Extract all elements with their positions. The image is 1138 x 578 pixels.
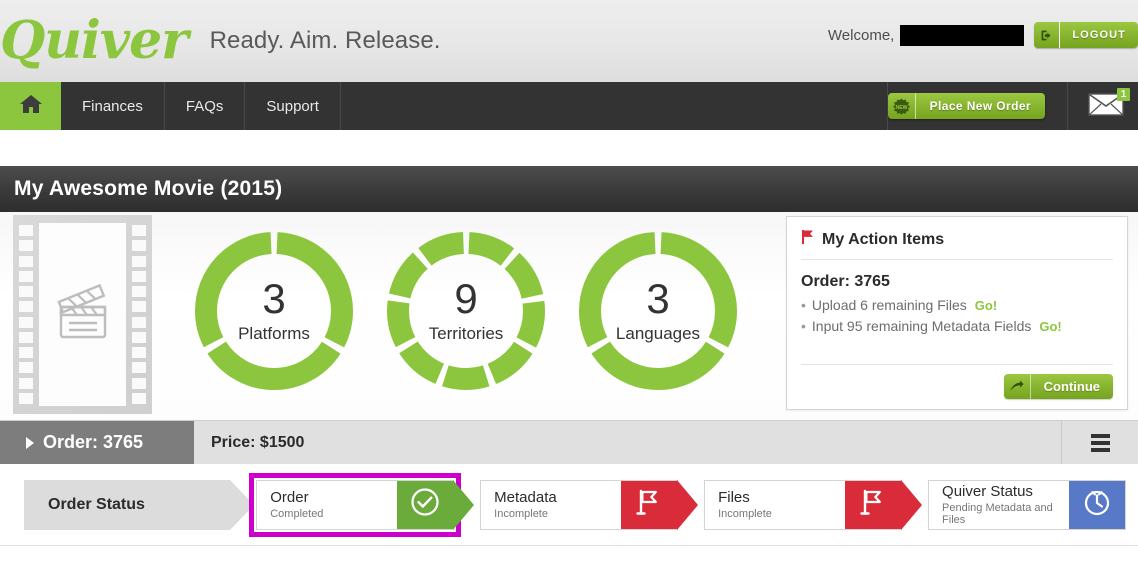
arrow-forward-icon xyxy=(1003,374,1031,399)
dashboard-panel: 3 Platforms 9 Territories 3 Languages My… xyxy=(0,212,1138,420)
list-item: • Upload 6 remaining Files Go! xyxy=(801,295,1113,316)
list-item: • Input 95 remaining Metadata Fields Go! xyxy=(801,316,1113,337)
username-redacted xyxy=(900,24,1025,46)
status-step-subtitle: Completed xyxy=(270,508,324,520)
continue-label: Continue xyxy=(1030,374,1113,399)
status-badge xyxy=(1068,480,1125,529)
logout-arrow-icon xyxy=(1034,22,1061,48)
status-step-title: Quiver Status xyxy=(942,483,1033,500)
hamburger-menu-icon xyxy=(1090,433,1110,438)
nav-item-finances[interactable]: Finances xyxy=(61,82,165,130)
action-item-text: Input 95 remaining Metadata Fields xyxy=(811,318,1032,334)
movie-thumbnail xyxy=(13,215,152,414)
continue-button[interactable]: Continue xyxy=(1003,374,1113,399)
logout-button[interactable]: LOGOUT xyxy=(1034,22,1138,48)
status-step-metadata[interactable]: Metadata Incomplete xyxy=(480,479,699,530)
action-items-title: My Action Items xyxy=(822,230,945,248)
status-step-order-text: Order Completed xyxy=(257,481,397,529)
my-action-items-panel: My Action Items Order: 3765 • Upload 6 r… xyxy=(786,216,1128,410)
status-step-subtitle: Pending Metadata and Files xyxy=(942,502,1053,526)
order-menu-button[interactable] xyxy=(1061,421,1138,464)
status-step-files-text: Files Incomplete xyxy=(705,481,845,529)
status-step-quiver-text: Quiver Status Pending Metadata and Files xyxy=(929,481,1069,529)
nav-item-support[interactable]: Support xyxy=(245,82,341,130)
status-step-metadata-text: Metadata Incomplete xyxy=(481,481,621,529)
site-header: Quiver Ready. Aim. Release. Welcome, LOG… xyxy=(0,0,1138,82)
quiver-logo[interactable]: Quiver xyxy=(0,12,189,70)
clapperboard-icon xyxy=(49,281,117,348)
status-badge xyxy=(845,479,923,530)
tagline: Ready. Aim. Release. xyxy=(209,27,441,54)
order-status-track: Order Status Order Completed Metadata In… xyxy=(0,464,1138,546)
status-step-title: Metadata xyxy=(494,489,557,506)
main-navigation: Finances FAQs Support NEW Place New Orde… xyxy=(0,82,1138,130)
title-spacer xyxy=(0,130,1138,166)
film-perforations-right xyxy=(132,225,146,404)
order-status-section-label: Order Status xyxy=(24,479,255,530)
status-badge xyxy=(621,479,699,530)
donut-chart-territories: 9 Territories xyxy=(381,226,551,396)
order-expand-toggle[interactable]: Order: 3765 xyxy=(0,421,194,464)
starburst-badge-icon: NEW xyxy=(887,93,916,119)
svg-text:NEW: NEW xyxy=(895,105,907,111)
donut-chart-languages: 3 Languages xyxy=(573,226,743,396)
nav-item-faqs[interactable]: FAQs xyxy=(165,82,246,130)
check-circle-icon xyxy=(410,487,440,522)
nav-actions: NEW Place New Order 1 xyxy=(887,82,1138,130)
action-items-order-heading: Order: 3765 xyxy=(801,273,890,290)
action-item-go-link[interactable]: Go! xyxy=(975,296,997,316)
red-flag-icon xyxy=(801,229,815,250)
place-new-order-button[interactable]: NEW Place New Order xyxy=(887,93,1045,119)
place-new-order-label: Place New Order xyxy=(915,93,1045,119)
status-step-title: Files xyxy=(718,489,750,506)
action-items-list: • Upload 6 remaining Files Go! • Input 9… xyxy=(801,295,1113,337)
status-step-quiver-status[interactable]: Quiver Status Pending Metadata and Files xyxy=(928,479,1126,530)
nav-home-button[interactable] xyxy=(0,82,61,130)
header-account-area: Welcome, LOGOUT xyxy=(828,22,1138,48)
status-step-subtitle: Incomplete xyxy=(718,508,772,520)
status-step-subtitle: Incomplete xyxy=(494,508,548,520)
status-step-title: Order xyxy=(270,489,309,506)
order-price-label: Price: $1500 xyxy=(211,433,305,451)
summary-donut-charts: 3 Platforms 9 Territories 3 Languages xyxy=(152,226,786,396)
welcome-label: Welcome, xyxy=(827,26,895,44)
action-items-header: My Action Items xyxy=(801,229,1113,260)
clock-icon xyxy=(1082,487,1112,522)
film-perforations-left xyxy=(19,225,33,404)
page-title: My Awesome Movie (2015) xyxy=(14,177,283,200)
messages-button[interactable]: 1 xyxy=(1067,82,1138,130)
caret-right-icon xyxy=(26,436,34,449)
messages-badge-count: 1 xyxy=(1117,88,1130,101)
status-step-files[interactable]: Files Incomplete xyxy=(704,479,923,530)
action-item-text: Upload 6 remaining Files xyxy=(811,297,967,313)
home-icon xyxy=(19,93,43,120)
flag-icon xyxy=(860,488,886,521)
action-item-go-link[interactable]: Go! xyxy=(1039,317,1061,337)
order-summary-bar: Order: 3765 Price: $1500 xyxy=(0,420,1138,464)
donut-chart-platforms: 3 Platforms xyxy=(189,226,359,396)
bullet-icon: • xyxy=(801,297,806,313)
status-step-order[interactable]: Order Completed xyxy=(249,472,475,537)
logout-label[interactable]: LOGOUT xyxy=(1060,22,1138,48)
page-title-bar: My Awesome Movie (2015) xyxy=(0,166,1138,212)
order-number-label: Order: 3765 xyxy=(43,432,144,452)
bullet-icon: • xyxy=(801,318,806,334)
flag-icon xyxy=(636,488,662,521)
nav-spacer xyxy=(341,82,888,130)
status-badge xyxy=(397,479,475,530)
action-items-footer: Continue xyxy=(801,364,1113,399)
